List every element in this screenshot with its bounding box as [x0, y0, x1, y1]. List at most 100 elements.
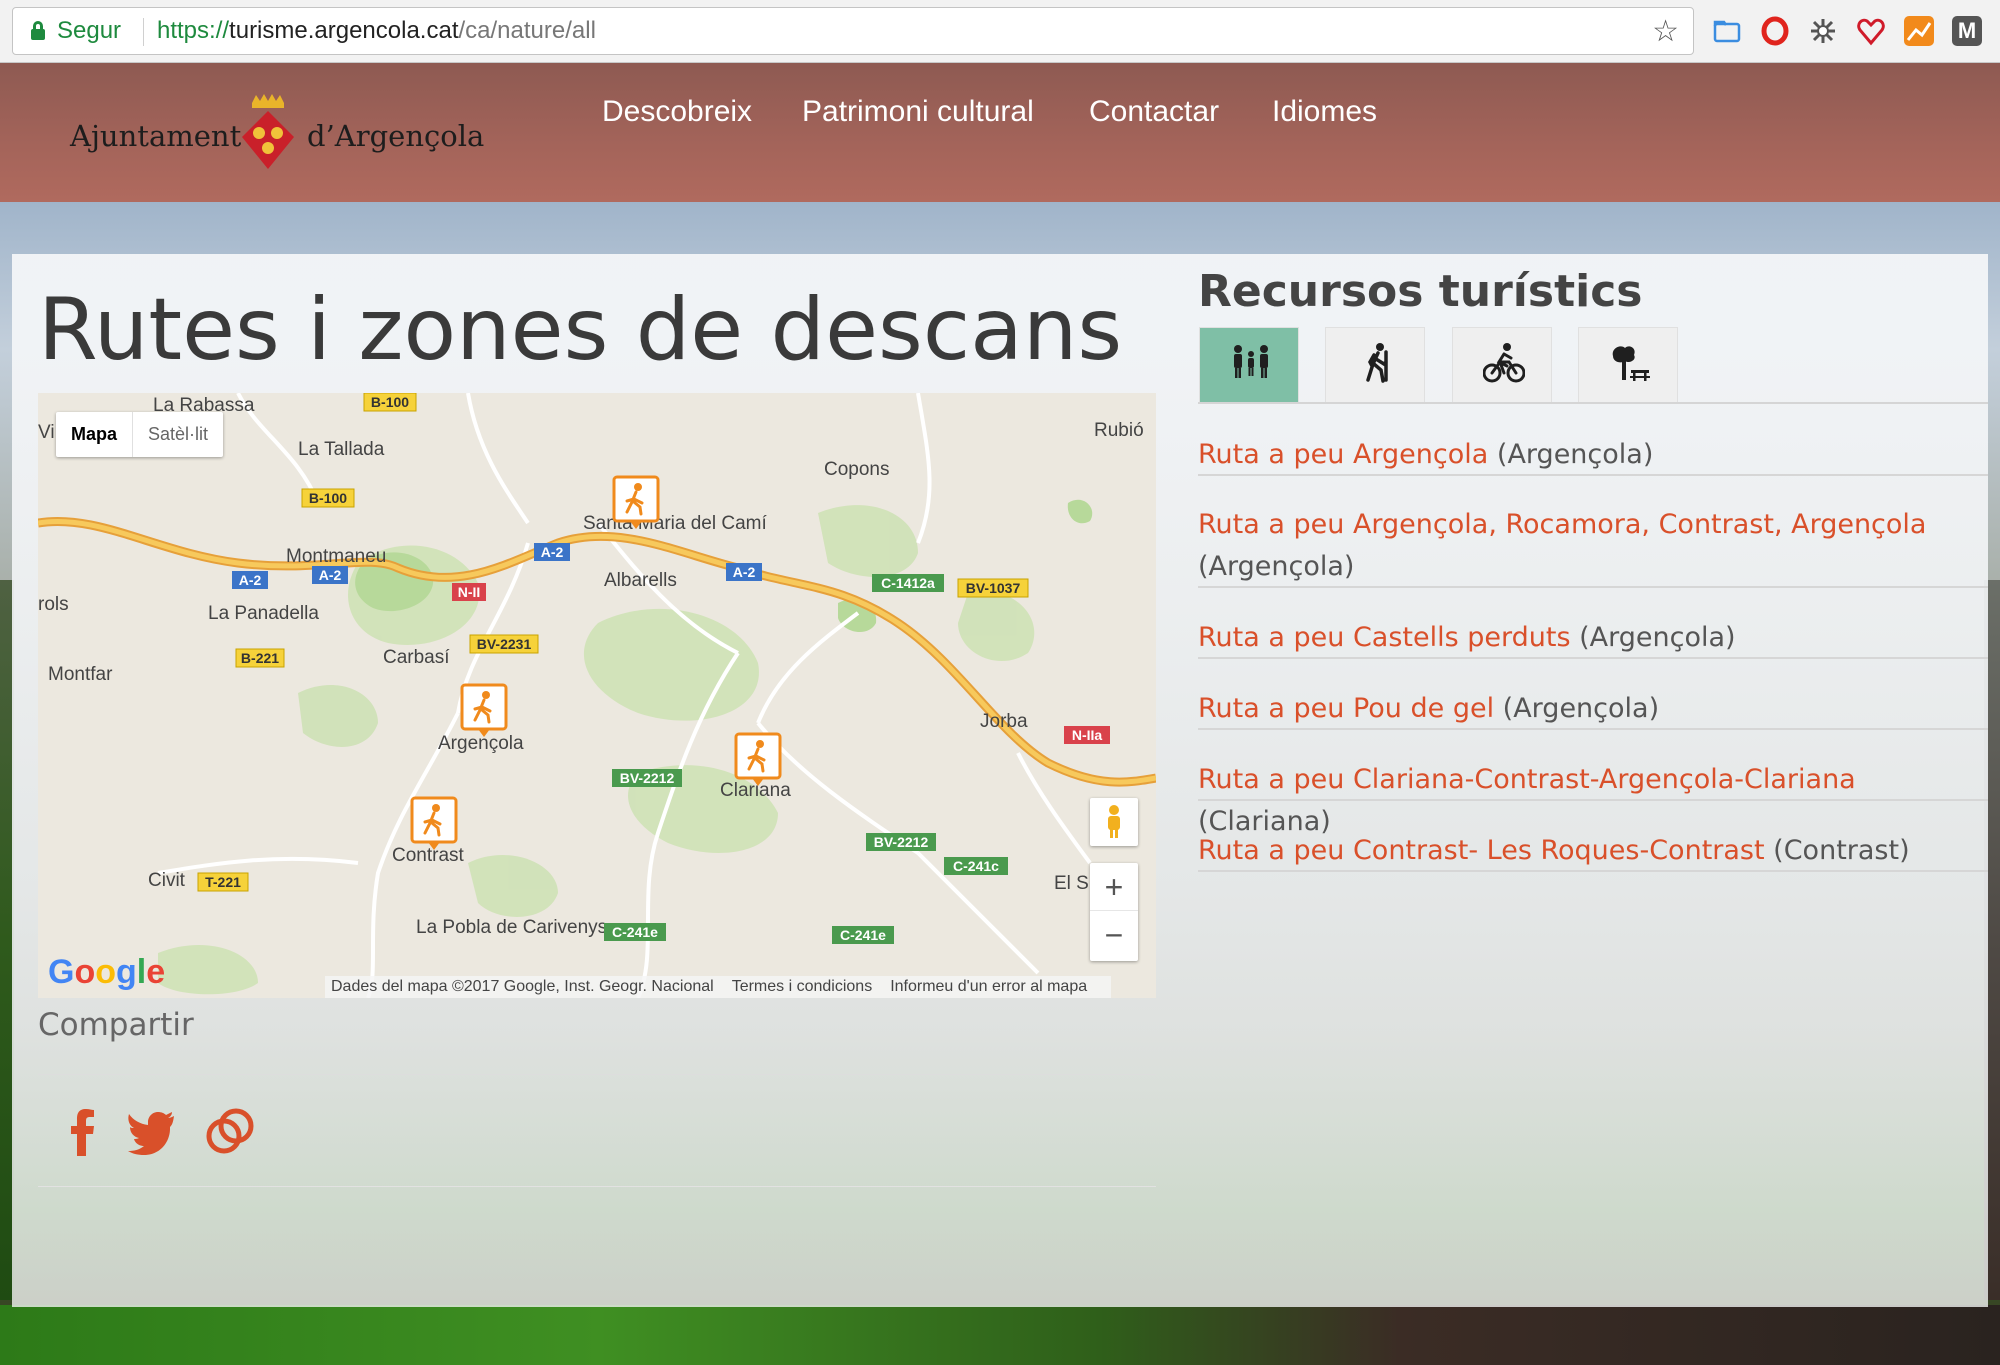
svg-text:BV-2212: BV-2212: [874, 834, 929, 850]
route-place: (Contrast): [1773, 835, 1910, 866]
nav-descobreix[interactable]: Descobreix: [602, 95, 752, 129]
route-link[interactable]: Ruta a peu Argençola: [1198, 439, 1488, 470]
road-shield: B-100: [363, 393, 417, 412]
folder-icon[interactable]: [1712, 16, 1742, 46]
cyclist-icon: [1483, 343, 1525, 383]
route-place: (Argençola): [1496, 439, 1654, 470]
road-shield: N-IIa: [1064, 726, 1110, 744]
url-path: /ca/nature/all: [458, 17, 596, 44]
map-label-civit: Civit: [148, 870, 186, 891]
street-view-pegman-icon[interactable]: [1090, 798, 1138, 846]
route-link[interactable]: Ruta a peu Contrast- Les Roques-Contrast: [1198, 835, 1765, 866]
svg-text:B-221: B-221: [241, 650, 279, 666]
route-marker-santa-maria[interactable]: [612, 475, 660, 529]
link-icon[interactable]: [204, 1106, 256, 1158]
map-canvas[interactable]: La Rabassa La Tallada Montmaneu La Panad…: [38, 393, 1156, 998]
gear-icon[interactable]: [1808, 16, 1838, 46]
nav-contactar[interactable]: Contactar: [1089, 95, 1219, 129]
route-link[interactable]: Ruta a peu Clariana-Contrast-Argençola-C…: [1198, 764, 1856, 795]
map-label-jorba: Jorba: [980, 711, 1028, 732]
logo-text-left[interactable]: Ajuntament: [70, 119, 241, 153]
heart-icon[interactable]: [1856, 16, 1886, 46]
map-type-map-button[interactable]: Mapa: [56, 412, 132, 457]
svg-text:A-2: A-2: [541, 544, 564, 560]
road-shield: A-2: [232, 571, 268, 589]
map-report-error-link[interactable]: Informeu d'un error al mapa: [890, 978, 1087, 995]
picnic-icon: [1612, 346, 1650, 381]
secure-label: Segur: [57, 17, 122, 44]
road-shield: C-1412a: [872, 574, 944, 592]
map-label-la-tallada: La Tallada: [298, 439, 385, 460]
route-map[interactable]: La Rabassa La Tallada Montmaneu La Panad…: [38, 393, 1156, 998]
route-place: (Argençola): [1502, 693, 1660, 724]
url-scheme: https://: [157, 17, 230, 44]
route-link[interactable]: Ruta a peu Castells perduts: [1198, 622, 1571, 653]
route-place: (Argençola): [1579, 622, 1736, 653]
map-attribution: Dades del mapa ©2017 Google, Inst. Geogr…: [325, 976, 1112, 998]
road-shield: BV-1037: [957, 578, 1029, 598]
chart-icon[interactable]: [1904, 16, 1934, 46]
road-shield: A-2: [312, 566, 348, 584]
road-shield: C-241e: [604, 923, 666, 941]
map-label-clariana: Clariana: [720, 780, 791, 801]
map-terms-link[interactable]: Termes i condicions: [732, 978, 873, 995]
svg-text:C-241c: C-241c: [953, 858, 999, 874]
route-list-item: Ruta a peu Argençola (Argençola): [1198, 434, 1988, 476]
zoom-out-button[interactable]: −: [1090, 911, 1138, 959]
svg-text:A-2: A-2: [319, 567, 342, 583]
road-shield: BV-2212: [866, 833, 936, 851]
twitter-icon[interactable]: [126, 1106, 178, 1158]
coat-of-arms-logo[interactable]: [238, 93, 298, 173]
url-separator: [143, 18, 144, 46]
tab-hiking[interactable]: [1325, 327, 1425, 402]
map-label-montmaneu: Montmaneu: [286, 546, 386, 567]
logo-text-right[interactable]: d’Argençola: [307, 119, 484, 153]
map-label-carbasi: Carbasí: [383, 647, 450, 668]
map-label-contrast: Contrast: [392, 845, 465, 866]
tab-picnic[interactable]: [1578, 327, 1678, 402]
route-place: (Argençola): [1198, 551, 1355, 582]
map-label-santa-maria: Santa Maria del Camí: [583, 513, 767, 534]
map-label-vi: Vi: [38, 422, 55, 443]
map-label-rols: rols: [38, 594, 69, 615]
svg-text:N-II: N-II: [458, 584, 481, 600]
family-icon: [1234, 345, 1268, 378]
route-link[interactable]: Ruta a peu Argençola, Rocamora, Contrast…: [1198, 509, 1926, 540]
page-title: Rutes i zones de descans: [38, 280, 1123, 380]
road-shield: BV-2231: [469, 634, 539, 654]
address-bar[interactable]: Segur https://turisme.argencola.cat/ca/n…: [12, 7, 1694, 55]
opera-icon[interactable]: [1760, 16, 1790, 46]
tab-cycling[interactable]: [1452, 327, 1552, 402]
svg-text:BV-2231: BV-2231: [477, 636, 532, 652]
route-list-item: Ruta a peu Contrast- Les Roques-Contrast…: [1198, 830, 1988, 872]
star-icon[interactable]: ☆: [1652, 14, 1679, 49]
road-shield: A-2: [534, 543, 570, 561]
url-host: turisme.argencola.cat: [229, 17, 459, 44]
map-type-satellite-button[interactable]: Satèl·lit: [132, 412, 223, 457]
gmail-icon[interactable]: M: [1952, 16, 1982, 46]
road-shield: B-221: [235, 648, 285, 668]
road-shield: A-2: [726, 563, 762, 581]
url-text[interactable]: https://turisme.argencola.cat/ca/nature/…: [157, 17, 596, 45]
zoom-in-button[interactable]: +: [1090, 863, 1138, 911]
route-list-item: Ruta a peu Pou de gel (Argençola): [1198, 688, 1988, 730]
road-shield: BV-2212: [612, 769, 682, 787]
road-shield: C-241e: [832, 926, 894, 944]
route-list-item: Ruta a peu Argençola, Rocamora, Contrast…: [1198, 504, 1988, 588]
svg-text:N-IIa: N-IIa: [1072, 727, 1103, 743]
svg-text:BV-1037: BV-1037: [966, 580, 1021, 596]
map-label-montfar: Montfar: [48, 664, 113, 685]
route-link[interactable]: Ruta a peu Pou de gel: [1198, 693, 1494, 724]
tab-family[interactable]: [1199, 327, 1299, 402]
facebook-icon[interactable]: [56, 1106, 108, 1158]
map-label-el-s: El S: [1054, 873, 1089, 894]
map-label-argencola: Argençola: [438, 733, 524, 754]
route-marker-contrast[interactable]: [410, 796, 458, 850]
map-label-albarells: Albarells: [604, 570, 677, 591]
nav-idiomes[interactable]: Idiomes: [1272, 95, 1377, 129]
route-marker-argencola[interactable]: [460, 683, 508, 737]
map-data-credit: Dades del mapa ©2017 Google, Inst. Geogr…: [331, 978, 714, 995]
nav-patrimoni-cultural[interactable]: Patrimoni cultural: [802, 95, 1034, 129]
route-marker-clariana[interactable]: [734, 732, 782, 786]
svg-text:T-221: T-221: [205, 874, 241, 890]
